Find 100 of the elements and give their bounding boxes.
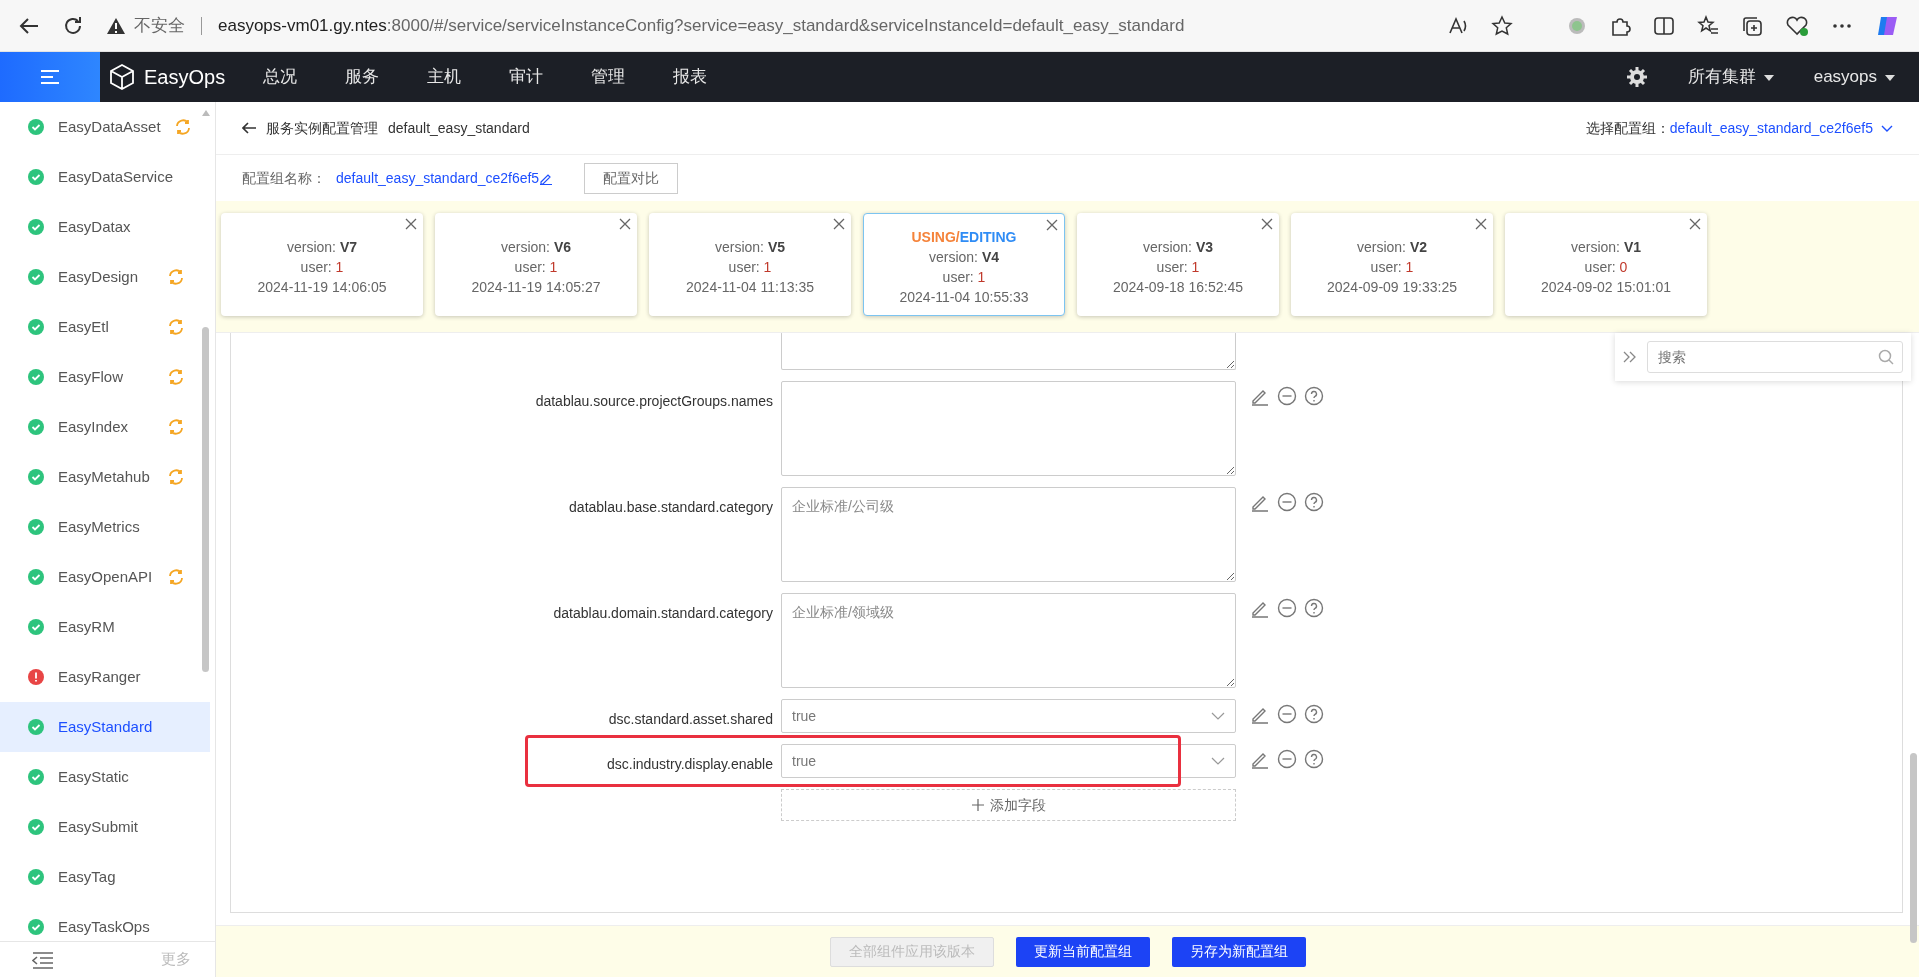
version-label: version: V4 — [928, 247, 999, 267]
brand-name: EasyOps — [144, 65, 226, 90]
text-area[interactable]: 企业标准/公司级 — [781, 487, 1236, 582]
help-icon[interactable] — [1304, 386, 1324, 406]
sidebar-item[interactable]: EasyMetahub — [0, 452, 210, 502]
sidebar-item[interactable]: EasyStandard — [0, 702, 210, 752]
sidebar-item[interactable]: EasyRanger — [0, 652, 210, 702]
version-time: 2024-09-09 19:33:25 — [1327, 277, 1457, 297]
version-label: version: V6 — [500, 237, 571, 257]
config-group-selector[interactable]: 选择配置组：default_easy_standard_ce2f6ef5 — [1585, 117, 1893, 139]
expand-icon[interactable] — [1623, 351, 1637, 363]
config-group-link[interactable]: default_easy_standard_ce2f6ef5 — [336, 167, 553, 189]
sidebar-item[interactable]: EasyDataService — [0, 152, 210, 202]
version-time: 2024-11-19 14:06:05 — [257, 277, 387, 297]
split-screen-icon[interactable] — [1653, 14, 1675, 37]
user-label: user: 1 — [728, 257, 772, 277]
url-text[interactable]: easyops-vm01.gy.ntes:8000/#/service/serviceInstanceConfig?service=easy_standard&serviceInstanceId=default_easy_standard — [218, 12, 1185, 39]
version-card[interactable]: version: V7 user: 1 2024-11-19 14:06:05 — [221, 213, 423, 316]
star-icon[interactable] — [1491, 14, 1513, 37]
search-icon — [1878, 349, 1894, 365]
version-card[interactable]: version: V3 user: 1 2024-09-18 16:52:45 — [1077, 213, 1279, 316]
remove-icon[interactable] — [1277, 492, 1297, 512]
nav-link[interactable]: 总况 — [263, 64, 297, 90]
sidebar-item[interactable]: EasyEtl — [0, 302, 210, 352]
scrollbar-thumb[interactable] — [1910, 753, 1917, 943]
nav-link[interactable]: 审计 — [509, 64, 543, 90]
user-label: user: 1 — [514, 257, 558, 277]
text-area[interactable]: 企业标准/领域级 — [781, 593, 1236, 688]
favorites-icon[interactable] — [1697, 14, 1719, 37]
remove-icon[interactable] — [1277, 749, 1297, 769]
collapse-icon[interactable] — [32, 950, 54, 969]
close-icon[interactable] — [405, 218, 417, 230]
help-icon[interactable] — [1304, 598, 1324, 618]
remove-icon[interactable] — [1277, 704, 1297, 724]
close-icon[interactable] — [1261, 218, 1273, 230]
sidebar-item[interactable]: EasyOpenAPI — [0, 552, 210, 602]
sidebar-item[interactable]: EasyTag — [0, 852, 210, 902]
help-icon[interactable] — [1304, 492, 1324, 512]
version-card[interactable]: version: V6 user: 1 2024-11-19 14:05:27 — [435, 213, 637, 316]
nav-link[interactable]: 服务 — [345, 64, 379, 90]
version-time: 2024-11-04 10:55:33 — [899, 287, 1029, 307]
version-time: 2024-11-19 14:05:27 — [471, 277, 601, 297]
select-field[interactable]: true — [781, 699, 1236, 733]
sidebar-item[interactable]: EasyFlow — [0, 352, 210, 402]
health-icon[interactable] — [1785, 14, 1809, 37]
status-dot-icon[interactable] — [1567, 15, 1587, 36]
collections-icon[interactable] — [1741, 14, 1763, 37]
chevron-icon — [1211, 757, 1225, 765]
settings-icon[interactable] — [1625, 66, 1648, 88]
help-icon[interactable] — [1304, 749, 1324, 769]
version-label: version: V7 — [286, 237, 357, 257]
version-time: 2024-09-02 15:01:01 — [1541, 277, 1671, 297]
version-label: version: V2 — [1356, 237, 1427, 257]
reload-icon[interactable] — [62, 14, 84, 37]
version-card[interactable]: version: V5 user: 1 2024-11-04 11:13:35 — [649, 213, 851, 316]
field-label: datablau.base.standard.category — [569, 499, 773, 515]
menu-icon — [40, 69, 60, 85]
sidebar-item[interactable]: EasyMetrics — [0, 502, 210, 552]
instance-name: default_easy_standard — [388, 118, 530, 138]
sidebar-item[interactable]: EasyDataAsset — [0, 102, 210, 152]
version-label: version: V3 — [1142, 237, 1213, 257]
nav-link[interactable]: 管理 — [591, 64, 625, 90]
field-label: dsc.industry.display.enable — [606, 756, 773, 772]
search-field[interactable]: 搜索 — [1647, 341, 1903, 373]
action-button[interactable]: 另存为新配置组 — [1171, 936, 1306, 967]
caret-icon — [1763, 74, 1774, 81]
nav-link[interactable]: 主机 — [427, 64, 461, 90]
scrollbar-thumb[interactable] — [202, 327, 209, 672]
close-icon[interactable] — [1046, 219, 1058, 231]
close-icon[interactable] — [833, 218, 845, 230]
action-button[interactable]: 更新当前配置组 — [1015, 936, 1150, 967]
sidebar-item[interactable]: EasyStatic — [0, 752, 210, 802]
help-icon[interactable] — [1304, 704, 1324, 724]
warning-icon — [106, 16, 126, 35]
version-card[interactable]: version: V1 user: 0 2024-09-02 15:01:01 — [1505, 213, 1707, 316]
close-icon[interactable] — [1689, 218, 1701, 230]
back-arrow-icon[interactable] — [242, 122, 256, 134]
version-label: version: V1 — [1570, 237, 1641, 257]
sidebar-item[interactable]: EasyTaskOps — [0, 902, 210, 941]
field-label: datablau.source.projectGroups.names — [535, 393, 773, 409]
version-card[interactable]: version: V2 user: 1 2024-09-09 19:33:25 — [1291, 213, 1493, 316]
close-icon[interactable] — [619, 218, 631, 230]
field-label: datablau.domain.standard.category — [553, 605, 773, 621]
sidebar-item[interactable]: EasyRM — [0, 602, 210, 652]
add-field-button[interactable]: 添加字段 — [781, 789, 1236, 821]
user-menu[interactable]: easyops — [1813, 64, 1895, 90]
sidebar-item[interactable]: EasyIndex — [0, 402, 210, 452]
cluster-dropdown[interactable]: 所有集群 — [1687, 64, 1774, 90]
sidebar-item[interactable]: EasySubmit — [0, 802, 210, 852]
sidebar-item[interactable]: EasyDatax — [0, 202, 210, 252]
select-field[interactable]: true — [781, 744, 1236, 778]
version-time: 2024-09-18 16:52:45 — [1113, 277, 1243, 297]
page-title: 服务实例配置管理 — [266, 118, 378, 138]
compare-button[interactable]: 配置对比 — [584, 162, 679, 194]
close-icon[interactable] — [1475, 218, 1487, 230]
nav-link[interactable]: 报表 — [673, 64, 707, 90]
remove-icon[interactable] — [1277, 386, 1297, 406]
sidebar-item[interactable]: EasyDesign — [0, 252, 210, 302]
remove-icon[interactable] — [1277, 598, 1297, 618]
version-card[interactable]: USING/EDITING version: V4 user: 1 2024-11-04 10:55:33 — [863, 213, 1065, 316]
